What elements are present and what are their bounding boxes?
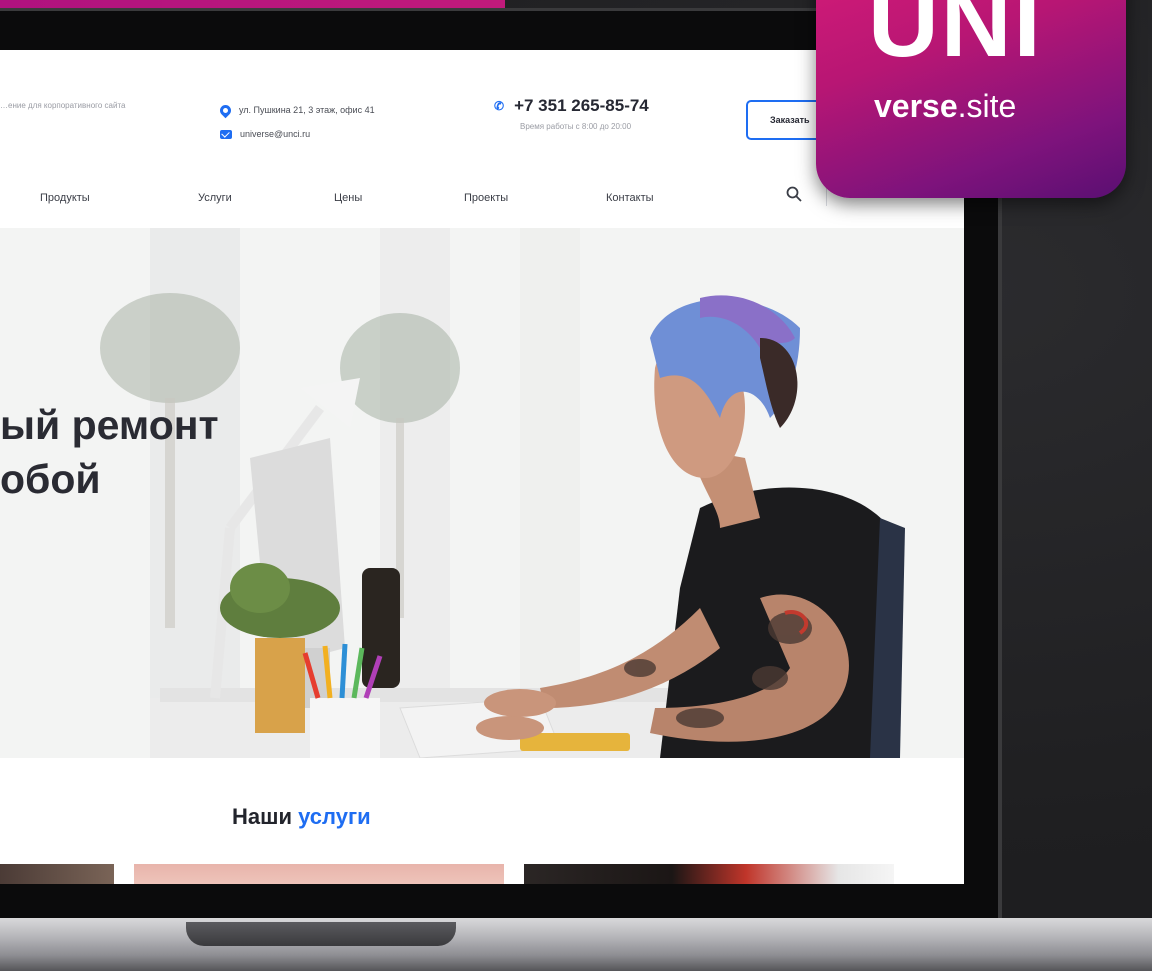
phone-number[interactable]: +7 351 265-85-74	[514, 96, 649, 116]
brand-logo-badge: UNI verse.site	[816, 0, 1126, 198]
site-tagline: …ение для корпоративного сайта	[0, 101, 126, 110]
hero-banner: ый ремонт обой	[0, 228, 964, 758]
address-text: ул. Пушкина 21, 3 этаж, офис 41	[239, 105, 375, 115]
services-heading-highlight: услуги	[298, 804, 371, 829]
service-card[interactable]	[524, 864, 894, 884]
brand-logo-bottom: verse.site	[874, 88, 1016, 125]
laptop-notch	[186, 922, 456, 946]
contact-block: ул. Пушкина 21, 3 этаж, офис 41 universe…	[217, 98, 375, 146]
brand-logo-top: UNI	[868, 0, 1043, 77]
nav-item-projects[interactable]: Проекты	[464, 192, 508, 204]
working-hours: Время работы с 8:00 до 20:00	[520, 122, 632, 131]
brand-logo-light: .site	[957, 88, 1017, 124]
services-heading-plain: Наши	[232, 804, 292, 829]
nav-item-prices[interactable]: Цены	[334, 192, 362, 204]
email-link[interactable]: universe@unci.ru	[240, 129, 310, 139]
phone-icon: ✆	[494, 99, 505, 113]
mail-icon	[220, 129, 232, 139]
nav-item-contacts[interactable]: Контакты	[606, 192, 654, 204]
hero-title: ый ремонт обой	[0, 402, 219, 502]
service-card[interactable]	[134, 864, 504, 884]
services-heading: Наши услуги	[232, 804, 371, 830]
brand-logo-bold: verse	[874, 88, 958, 124]
email-row[interactable]: universe@unci.ru	[220, 122, 375, 146]
laptop-base	[0, 918, 1152, 971]
search-icon[interactable]	[786, 186, 802, 202]
service-card[interactable]	[0, 864, 114, 884]
phone-block: ✆ +7 351 265-85-74 Время работы с 8:00 д…	[494, 96, 649, 131]
address-row: ул. Пушкина 21, 3 этаж, офис 41	[217, 98, 375, 122]
location-pin-icon	[217, 102, 234, 118]
nav-item-services[interactable]: Услуги	[198, 192, 232, 204]
services-section: Наши услуги	[0, 758, 964, 884]
background-stage: …ение для корпоративного сайта ул. Пушки…	[0, 0, 1152, 971]
nav-item-products[interactable]: Продукты	[40, 192, 90, 204]
